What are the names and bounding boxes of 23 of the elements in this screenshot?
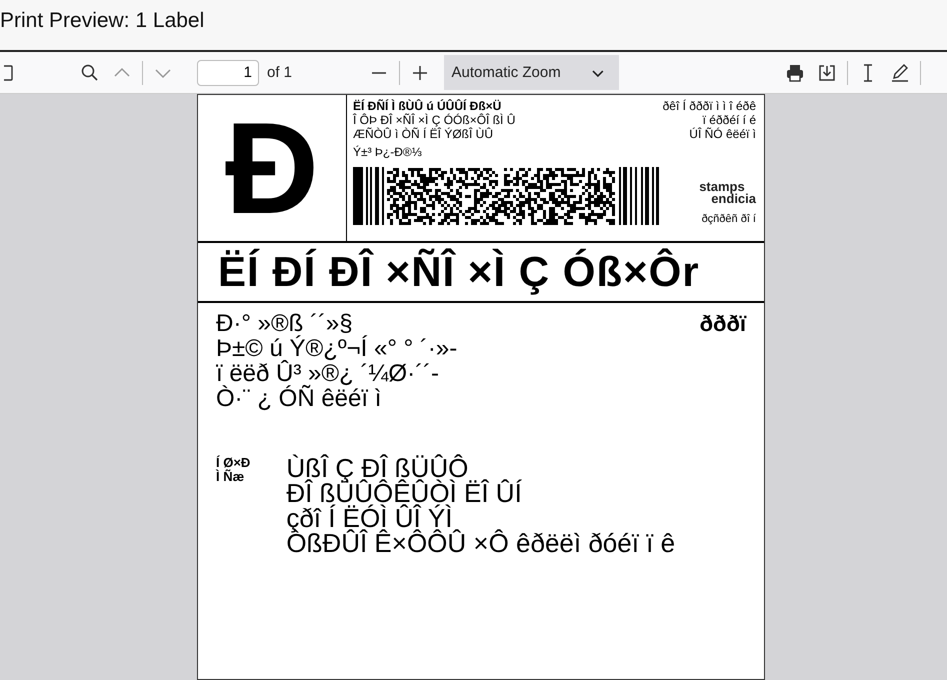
service-mark: Ð: [225, 103, 319, 233]
page-number-field[interactable]: 1: [197, 60, 259, 86]
window-title: Print Preview: 1 Label: [0, 9, 204, 33]
sender-address-line: ï ëëð Û³ »®¿ ´¼Ø·´´-: [216, 361, 440, 386]
sender-address-line: Ð·° »®ß ´´»§: [216, 311, 353, 336]
header-text: ËÍ ÐÑÍ Ì ßÙÛ ú ÚÛÛÍ Ðß×Ü: [353, 99, 502, 113]
header-text: Î ÔÞ ÐÎ ×ÑÎ ×Ì Ç ÓÓß×ÔÎ ßÌ Û: [353, 113, 516, 127]
header-text: ðêî Í ðððï ì ì î éðê: [662, 99, 756, 113]
recipient-address-line: ÒßÐÛÎ Ê×ÔÔÛ ×Ô êðëëì ðóéï ï ê: [286, 531, 676, 556]
zoom-dropdown[interactable]: Automatic Zoom: [444, 55, 619, 90]
ship-to-label: Í Ø×Ð: [216, 456, 250, 470]
postage-code: ðçñðêñ ðî í: [702, 213, 756, 225]
header-text: ÆÑÒÛ ì ÒÑ Í ËÎ ÝØßÎ ÙÛ: [353, 127, 494, 141]
ship-to-label: Ì Ñæ: [216, 470, 246, 484]
service-title: ËÍ ÐÍ ÐÎ ×ÑÎ ×Ì Ç Óß×Ôr: [218, 248, 700, 296]
sender-code: ðððï: [700, 311, 746, 338]
sender-address-line: Ò·¨ ¿ ÓÑ êëéï ì: [216, 386, 382, 411]
sender-address-line: Þ±© ú Ý®¿º¬Í «° ° ´·»-: [216, 336, 458, 361]
page-count: of 1: [267, 64, 292, 81]
header-text: ï éððéí í é: [702, 113, 756, 127]
header-text: Ý±³ Þ¿-Ð®⅓: [353, 145, 423, 159]
header-text: ÚÎ ÑÓ êëéï ì: [688, 127, 756, 141]
stamps-endicia-logo: stamps endicia: [699, 181, 756, 205]
